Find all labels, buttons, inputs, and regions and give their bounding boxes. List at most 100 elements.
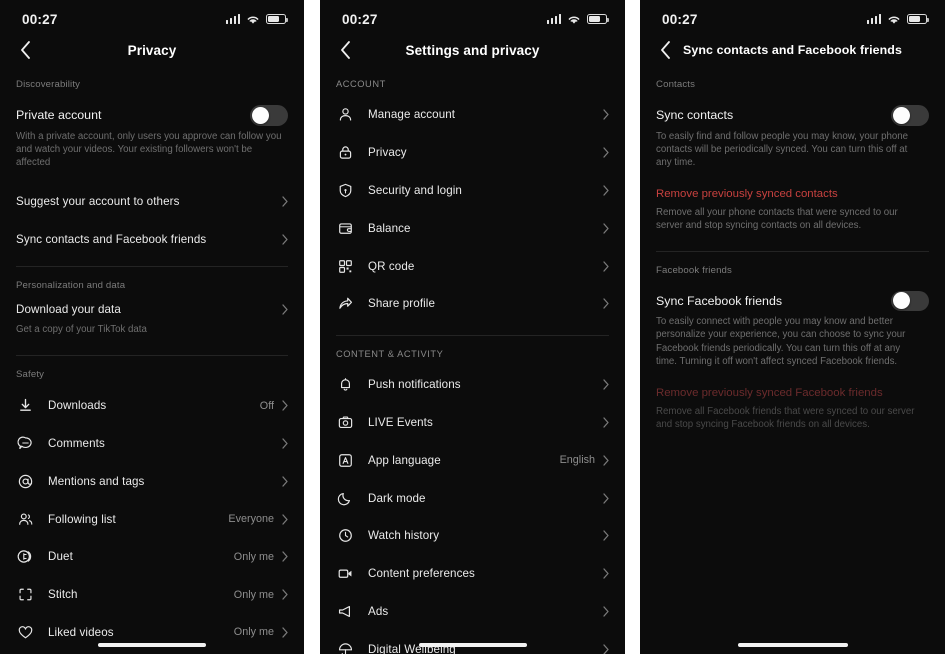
status-bar-icons — [546, 13, 610, 25]
wifi-icon — [887, 14, 901, 25]
remove-synced-contacts-helper: Remove all your phone contacts that were… — [656, 206, 898, 232]
status-bar: 00:27 — [640, 0, 945, 34]
chevron-right-icon — [603, 492, 609, 504]
row-label: Stitch — [48, 588, 78, 602]
phone-screen-privacy: 00:27 Privacy Discoverability Private ac… — [0, 0, 304, 654]
chevron-left-icon — [660, 41, 670, 59]
umbrella-icon — [336, 640, 355, 654]
sync-facebook-friends-toggle[interactable] — [891, 290, 929, 312]
panel-gap — [304, 0, 320, 654]
status-bar-clock: 00:27 — [662, 11, 698, 27]
shield-icon — [336, 181, 355, 200]
chevron-right-icon — [603, 185, 609, 196]
row-security-and-login[interactable]: Security and login — [320, 172, 625, 210]
toggle-knob — [893, 106, 910, 124]
section-label-account: ACCOUNT — [336, 79, 386, 89]
download-data-helper: Get a copy of your TikTok data — [16, 324, 147, 336]
row-label: Liked videos — [48, 625, 114, 639]
phone-screen-sync: 00:27 Sync contacts and Facebook friends… — [640, 0, 945, 654]
home-indicator — [737, 642, 848, 647]
remove-synced-facebook-friends-helper: Remove all Facebook friends that were sy… — [656, 405, 915, 431]
status-bar-icons — [225, 13, 289, 25]
private-account-row[interactable]: Private account — [0, 97, 304, 127]
chevron-right-icon — [603, 644, 609, 654]
row-watch-history[interactable]: Watch history — [320, 517, 625, 555]
page-title: Settings and privacy — [405, 42, 540, 58]
chevron-right-icon — [282, 476, 288, 487]
row-share-profile[interactable]: Share profile — [320, 285, 625, 323]
battery-icon — [266, 13, 289, 25]
chevron-right-icon — [603, 379, 609, 390]
chevron-right-icon — [282, 234, 288, 245]
row-label: Privacy — [368, 146, 407, 160]
chevron-right-icon — [282, 627, 288, 638]
settings-scroll-area[interactable]: ACCOUNT Manage account Privacy Security … — [320, 66, 625, 654]
remove-synced-contacts-button[interactable]: Remove previously synced contacts — [640, 174, 945, 203]
language-icon — [336, 451, 355, 470]
row-push-notifications[interactable]: Push notifications — [320, 366, 625, 404]
row-privacy[interactable]: Privacy — [320, 134, 625, 172]
row-label: App language — [368, 453, 441, 467]
sync-contacts-toggle[interactable] — [891, 105, 929, 126]
row-label: Dark mode — [368, 491, 426, 505]
chevron-right-icon — [282, 513, 288, 525]
row-label: Duet — [48, 550, 73, 564]
row-label: Following list — [48, 512, 116, 526]
section-label-content-activity: CONTENT & ACTIVITY — [336, 348, 444, 359]
qr-code-icon — [336, 257, 355, 276]
wifi-icon — [567, 14, 581, 25]
row-label: Mentions and tags — [48, 474, 145, 488]
remove-synced-facebook-friends-button[interactable]: Remove previously synced Facebook friend… — [640, 373, 945, 402]
row-mentions-and-tags[interactable]: Mentions and tags — [0, 462, 304, 500]
row-duet[interactable]: Duet Only me — [0, 538, 304, 576]
row-comments[interactable]: Comments — [0, 425, 304, 463]
row-value: Only me — [233, 550, 274, 563]
chevron-right-icon — [282, 438, 288, 449]
row-suggest-account[interactable]: Suggest your account to others — [0, 183, 304, 221]
row-content-preferences[interactable]: Content preferences — [320, 555, 625, 593]
phone-screen-settings: 00:27 Settings and privacy ACCOUNT Manag… — [320, 0, 625, 654]
row-manage-account[interactable]: Manage account — [320, 96, 625, 134]
row-balance[interactable]: Balance — [320, 209, 625, 247]
section-label-facebook-friends: Facebook friends — [656, 264, 732, 276]
row-dark-mode[interactable]: Dark mode — [320, 479, 625, 517]
sync-facebook-friends-row[interactable]: Sync Facebook friends — [640, 283, 945, 313]
chevron-right-icon — [603, 568, 609, 579]
row-downloads[interactable]: Downloads Off — [0, 387, 304, 425]
back-button[interactable] — [654, 39, 676, 61]
privacy-scroll-area[interactable]: Discoverability Private account With a p… — [0, 66, 304, 654]
chevron-right-icon — [603, 223, 609, 234]
row-ads[interactable]: Ads — [320, 593, 625, 631]
row-label: LIVE Events — [368, 415, 433, 429]
sync-scroll-area[interactable]: Contacts Sync contacts To easily find an… — [640, 66, 945, 654]
moon-icon — [336, 489, 355, 508]
bell-icon — [336, 375, 355, 394]
row-sync-contacts-facebook[interactable]: Sync contacts and Facebook friends — [0, 221, 304, 259]
row-qr-code[interactable]: QR code — [320, 247, 625, 285]
row-following-list[interactable]: Following list Everyone — [0, 500, 304, 538]
row-value: Only me — [233, 626, 274, 639]
row-value: Only me — [233, 588, 274, 601]
section-label-contacts: Contacts — [656, 79, 696, 90]
row-app-language[interactable]: App language English — [320, 441, 625, 479]
chevron-right-icon — [282, 304, 288, 315]
row-live-events[interactable]: LIVE Events — [320, 404, 625, 442]
nav-bar-settings: Settings and privacy — [320, 34, 625, 66]
page-title: Privacy — [127, 42, 177, 58]
row-label: Comments — [48, 436, 105, 450]
row-label: Watch history — [368, 529, 440, 543]
back-button[interactable] — [14, 39, 36, 61]
download-icon — [16, 396, 35, 415]
row-download-your-data[interactable]: Download your data — [0, 298, 304, 320]
sync-contacts-row[interactable]: Sync contacts — [640, 97, 945, 127]
nav-bar-sync: Sync contacts and Facebook friends — [640, 34, 945, 66]
chevron-right-icon — [603, 455, 609, 466]
status-bar-clock: 00:27 — [22, 11, 58, 27]
row-stitch[interactable]: Stitch Only me — [0, 576, 304, 614]
camera-icon — [336, 413, 355, 432]
clock-history-icon — [336, 526, 355, 545]
row-label: Suggest your account to others — [16, 195, 180, 209]
row-label: Push notifications — [368, 378, 461, 392]
private-account-toggle[interactable] — [250, 105, 288, 126]
back-button[interactable] — [334, 39, 356, 61]
